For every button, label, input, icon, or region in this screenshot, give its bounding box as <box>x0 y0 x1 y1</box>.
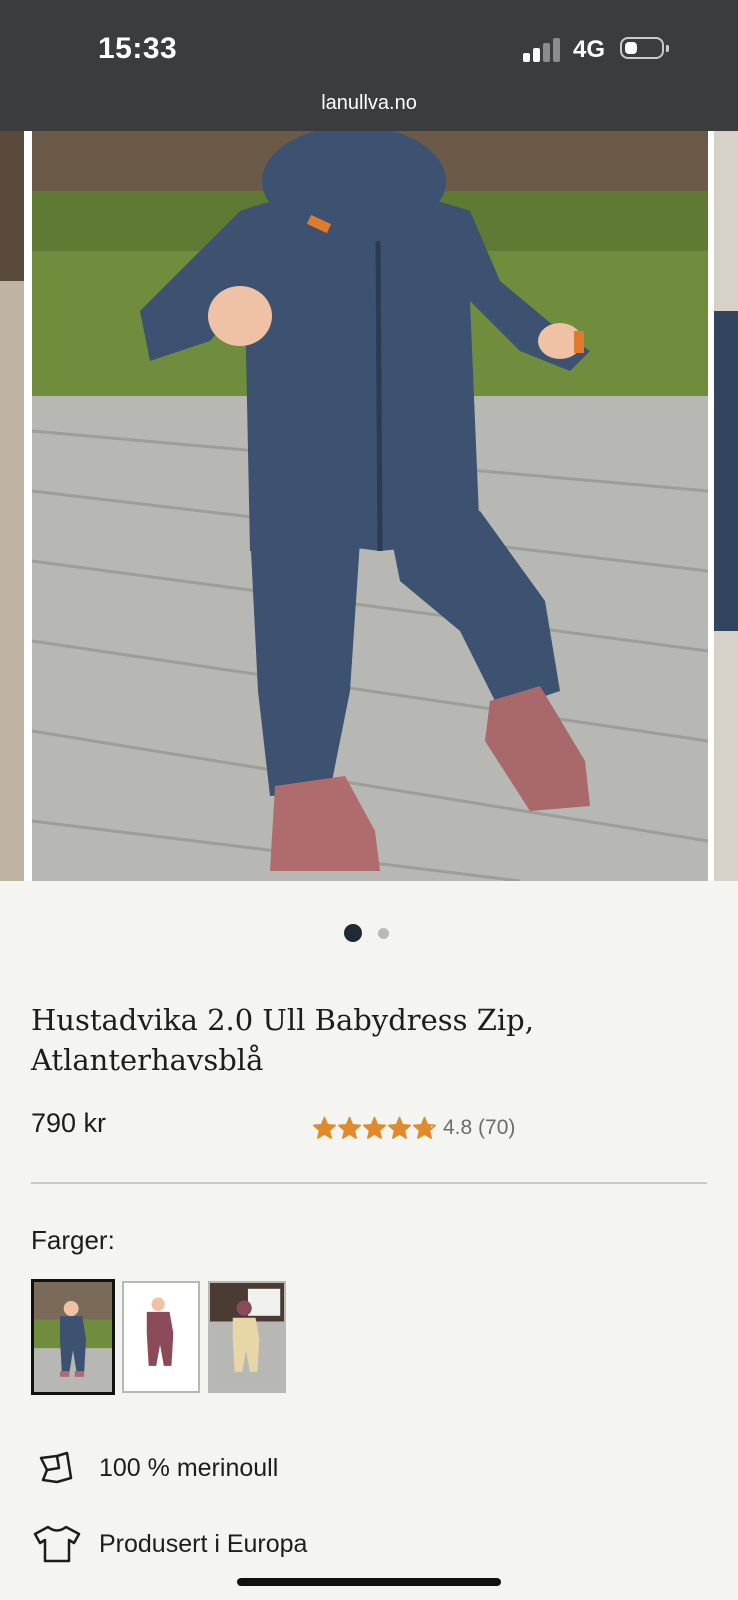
address-bar-url[interactable]: lanullva.no <box>0 92 738 115</box>
star-icon <box>412 1116 437 1139</box>
product-price: 790 kr <box>31 1108 107 1138</box>
pagination-dot-active[interactable] <box>344 924 362 942</box>
status-time: 15:33 <box>98 32 178 65</box>
rating-text: 4.8 (70) <box>443 1116 516 1139</box>
status-bar: 15:33 4G lanullva.no <box>0 0 738 131</box>
feature-text: 100 % merinoull <box>99 1453 279 1482</box>
tshirt-icon <box>31 1522 83 1566</box>
swatch-thumbnail-image <box>210 1283 284 1391</box>
swatch-thumbnail-image <box>124 1283 198 1391</box>
star-icon <box>312 1116 337 1139</box>
product-photo <box>0 131 738 881</box>
home-indicator[interactable] <box>237 1578 501 1586</box>
feature-merino: 100 % merinoull <box>31 1446 278 1490</box>
pagination-dot-inactive[interactable] <box>378 928 389 939</box>
carousel-pagination <box>344 924 404 942</box>
color-swatch-blue[interactable] <box>31 1279 115 1395</box>
color-swatch-yellow[interactable] <box>208 1281 286 1393</box>
battery-icon <box>620 37 669 61</box>
feature-text: Produsert i Europa <box>99 1529 308 1558</box>
rating-stars <box>312 1116 437 1140</box>
product-title: Hustadvika 2.0 Ull Babydress Zip, Atlant… <box>31 1003 534 1077</box>
product-rating[interactable]: 4.8 (70) <box>312 1114 515 1142</box>
star-icon <box>362 1116 387 1139</box>
section-divider <box>31 1182 707 1184</box>
color-swatch-pink[interactable] <box>122 1281 200 1393</box>
colors-label: Farger: <box>31 1225 115 1255</box>
swatch-thumbnail-image <box>34 1282 112 1392</box>
network-type: 4G <box>573 36 606 63</box>
star-icon <box>337 1116 362 1139</box>
product-image-gallery[interactable] <box>0 131 738 881</box>
wool-tag-icon <box>31 1446 83 1490</box>
cellular-signal-icon <box>523 38 563 62</box>
star-icon <box>387 1116 412 1139</box>
feature-europe: Produsert i Europa <box>31 1522 307 1566</box>
